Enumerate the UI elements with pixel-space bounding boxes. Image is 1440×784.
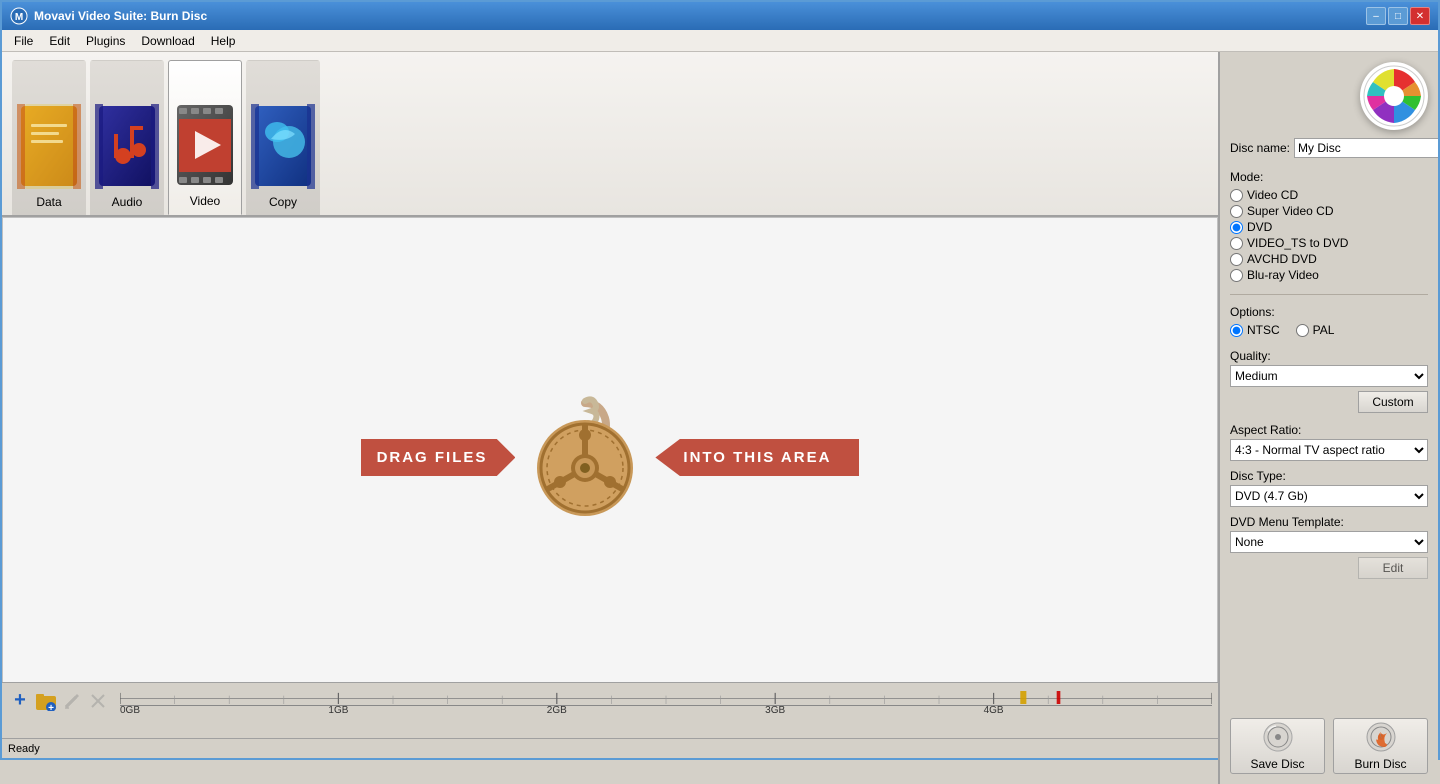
burn-disc-button[interactable]: Burn Disc <box>1333 718 1428 774</box>
mode-section: Mode: Video CD Super Video CD DVD VIDEO_… <box>1230 170 1428 284</box>
timeline-label-0gb: 0GB <box>120 705 140 716</box>
svg-text:+: + <box>48 703 54 711</box>
disc-type-label: Disc Type: <box>1230 469 1428 483</box>
mode-avchd-row: AVCHD DVD <box>1230 252 1428 266</box>
status-text: Ready <box>8 743 40 755</box>
mode-bluray-row: Blu-ray Video <box>1230 268 1428 282</box>
aspect-ratio-section: Aspect Ratio: 4:3 - Normal TV aspect rat… <box>1230 423 1428 465</box>
tab-data[interactable]: Data <box>12 60 86 215</box>
menu-template-section: DVD Menu Template: None Classic Modern E… <box>1230 515 1428 579</box>
drag-drop-area: DRAG FILES <box>361 388 860 528</box>
delete-file-button[interactable] <box>86 689 110 713</box>
aspect-ratio-label: Aspect Ratio: <box>1230 423 1428 437</box>
option-ntsc-label[interactable]: NTSC <box>1247 323 1280 337</box>
mode-avchd-radio[interactable] <box>1230 253 1243 266</box>
mode-video-ts-label[interactable]: VIDEO_TS to DVD <box>1247 236 1348 250</box>
menu-template-dropdown[interactable]: None Classic Modern <box>1230 531 1428 553</box>
timeline-label-2gb: 2GB <box>547 705 567 716</box>
save-disc-icon <box>1262 721 1294 753</box>
timeline-label-4gb: 4GB <box>984 705 1004 716</box>
tab-video[interactable]: Video <box>168 60 242 215</box>
svg-text:M: M <box>15 12 23 23</box>
drag-files-label: DRAG FILES <box>361 439 516 476</box>
aspect-ratio-dropdown[interactable]: 4:3 - Normal TV aspect ratio 16:9 - Wide… <box>1230 439 1428 461</box>
option-ntsc-radio[interactable] <box>1230 324 1243 337</box>
quality-dropdown[interactable]: Medium Low High <box>1230 365 1428 387</box>
disc-name-label: Disc name: <box>1230 141 1290 155</box>
option-pal-row: PAL <box>1296 323 1335 337</box>
disc-type-dropdown[interactable]: DVD (4.7 Gb) DVD DL (8.5 Gb) <box>1230 485 1428 507</box>
main-content-area: DRAG FILES <box>2 217 1218 698</box>
quality-label: Quality: <box>1230 349 1428 363</box>
timeline-label-1gb: 1GB <box>328 705 348 716</box>
into-this-area-label: INTO THIS AREA <box>655 439 859 476</box>
close-button[interactable]: ✕ <box>1410 7 1430 25</box>
mode-video-cd-label[interactable]: Video CD <box>1247 188 1298 202</box>
tab-copy[interactable]: Copy <box>246 60 320 215</box>
option-pal-radio[interactable] <box>1296 324 1309 337</box>
tab-data-label: Data <box>36 195 61 209</box>
menu-plugins[interactable]: Plugins <box>78 32 133 50</box>
mode-dvd-radio[interactable] <box>1230 221 1243 234</box>
burn-disc-label: Burn Disc <box>1354 757 1406 771</box>
bottom-action-buttons: Save Disc Burn Disc <box>1230 718 1428 774</box>
save-disc-button[interactable]: Save Disc <box>1230 718 1325 774</box>
bottom-toolbar: + + <box>2 682 1218 718</box>
menu-template-label: DVD Menu Template: <box>1230 515 1428 529</box>
timeline-label-3gb: 3GB <box>765 705 785 716</box>
mode-dvd-row: DVD <box>1230 220 1428 234</box>
timeline-scale: 0GB 1GB 2GB 3GB 4GB // Ticks generated v… <box>120 683 1212 718</box>
add-folder-button[interactable]: + <box>34 689 58 713</box>
tab-audio[interactable]: Audio <box>90 60 164 215</box>
options-label: Options: <box>1230 305 1428 319</box>
mode-super-vcd-row: Super Video CD <box>1230 204 1428 218</box>
options-section: Options: NTSC PAL <box>1230 305 1428 345</box>
mode-video-ts-row: VIDEO_TS to DVD <box>1230 236 1428 250</box>
quality-section: Quality: Medium Low High Custom <box>1230 349 1428 419</box>
disc-name-row: Disc name: <box>1230 138 1428 158</box>
menu-file[interactable]: File <box>6 32 41 50</box>
menu-bar: File Edit Plugins Download Help <box>2 30 1438 52</box>
film-reel-icon <box>515 388 655 528</box>
maximize-button[interactable]: □ <box>1388 7 1408 25</box>
menu-download[interactable]: Download <box>133 32 202 50</box>
menu-help[interactable]: Help <box>203 32 244 50</box>
right-panel: Disc name: Mode: Video CD Super Video CD… <box>1218 52 1438 784</box>
mode-video-cd-radio[interactable] <box>1230 189 1243 202</box>
options-row: NTSC PAL <box>1230 323 1428 339</box>
tab-video-label: Video <box>190 194 220 208</box>
disc-name-input[interactable] <box>1294 138 1438 158</box>
tab-audio-label: Audio <box>112 195 143 209</box>
mode-dvd-label[interactable]: DVD <box>1247 220 1272 234</box>
spacer <box>1230 583 1428 714</box>
save-disc-label: Save Disc <box>1250 757 1304 771</box>
mode-avchd-label[interactable]: AVCHD DVD <box>1247 252 1317 266</box>
mode-bluray-label[interactable]: Blu-ray Video <box>1247 268 1319 282</box>
menu-edit[interactable]: Edit <box>41 32 78 50</box>
edit-file-button[interactable] <box>60 689 84 713</box>
app-icon: M <box>10 7 28 25</box>
mode-video-cd-row: Video CD <box>1230 188 1428 202</box>
disc-type-section: Disc Type: DVD (4.7 Gb) DVD DL (8.5 Gb) <box>1230 469 1428 511</box>
option-pal-label[interactable]: PAL <box>1313 323 1335 337</box>
mode-super-vcd-radio[interactable] <box>1230 205 1243 218</box>
movavi-logo <box>1360 62 1428 130</box>
custom-button[interactable]: Custom <box>1358 391 1428 413</box>
mode-bluray-radio[interactable] <box>1230 269 1243 282</box>
divider-1 <box>1230 294 1428 295</box>
tab-copy-label: Copy <box>269 195 297 209</box>
option-ntsc-row: NTSC <box>1230 323 1280 337</box>
window-title: Movavi Video Suite: Burn Disc <box>34 9 207 23</box>
burn-disc-icon <box>1365 721 1397 753</box>
mode-video-ts-radio[interactable] <box>1230 237 1243 250</box>
title-bar: M Movavi Video Suite: Burn Disc – □ ✕ <box>2 2 1438 30</box>
edit-template-button[interactable]: Edit <box>1358 557 1428 579</box>
mode-super-vcd-label[interactable]: Super Video CD <box>1247 204 1334 218</box>
minimize-button[interactable]: – <box>1366 7 1386 25</box>
add-file-button[interactable]: + <box>8 689 32 713</box>
mode-label: Mode: <box>1230 170 1428 184</box>
